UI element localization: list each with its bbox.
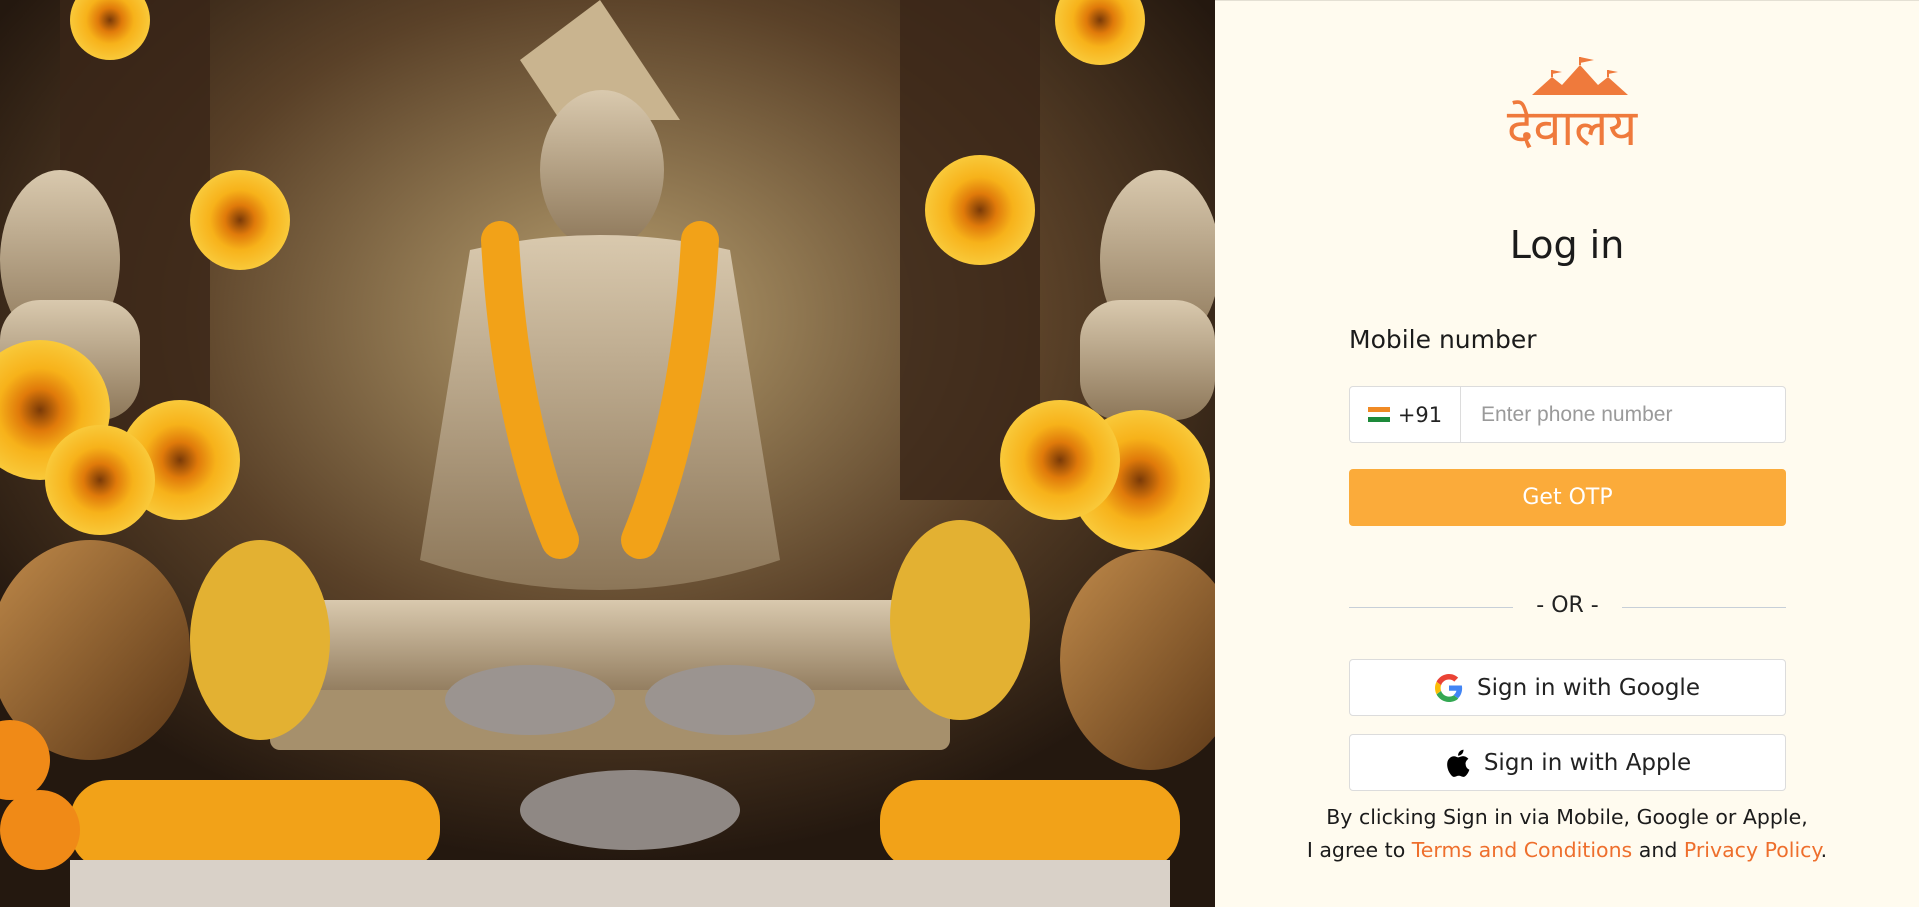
login-panel: देवालय Log in Mobile number +91 Get OTP … xyxy=(1215,0,1919,907)
apple-icon xyxy=(1446,749,1470,777)
or-text: - OR - xyxy=(1536,593,1599,618)
terms-line-1: By clicking Sign in via Mobile, Google o… xyxy=(1326,805,1808,829)
google-signin-button[interactable]: Sign in with Google xyxy=(1349,659,1786,716)
google-signin-label: Sign in with Google xyxy=(1477,674,1700,701)
terms-end: . xyxy=(1820,838,1828,862)
apple-signin-label: Sign in with Apple xyxy=(1483,749,1692,776)
country-code-text: +91 xyxy=(1397,402,1443,427)
hero-image xyxy=(0,0,1215,907)
country-code-selector[interactable]: +91 xyxy=(1350,387,1461,442)
get-otp-button[interactable]: Get OTP xyxy=(1349,469,1786,526)
google-icon xyxy=(1435,673,1463,702)
terms-link[interactable]: Terms and Conditions xyxy=(1412,838,1632,862)
devalay-logo: देवालय xyxy=(1507,57,1638,157)
mobile-number-label: Mobile number xyxy=(1349,325,1537,354)
svg-text:देवालय: देवालय xyxy=(1507,99,1638,157)
phone-field: +91 xyxy=(1349,386,1786,443)
terms-line-2: I agree to Terms and Conditions and Priv… xyxy=(1215,834,1919,867)
privacy-link[interactable]: Privacy Policy xyxy=(1684,838,1821,862)
apple-signin-button[interactable]: Sign in with Apple xyxy=(1349,734,1786,791)
phone-input[interactable] xyxy=(1461,387,1785,442)
or-divider: - OR - xyxy=(1349,593,1786,623)
terms-notice: By clicking Sign in via Mobile, Google o… xyxy=(1215,801,1919,867)
terms-prefix: I agree to xyxy=(1306,838,1412,862)
temple-idol-illustration xyxy=(0,0,1215,907)
page-title: Log in xyxy=(1509,223,1625,267)
terms-and: and xyxy=(1632,838,1684,862)
divider-line-right xyxy=(1622,607,1786,608)
india-flag-icon xyxy=(1367,406,1390,423)
